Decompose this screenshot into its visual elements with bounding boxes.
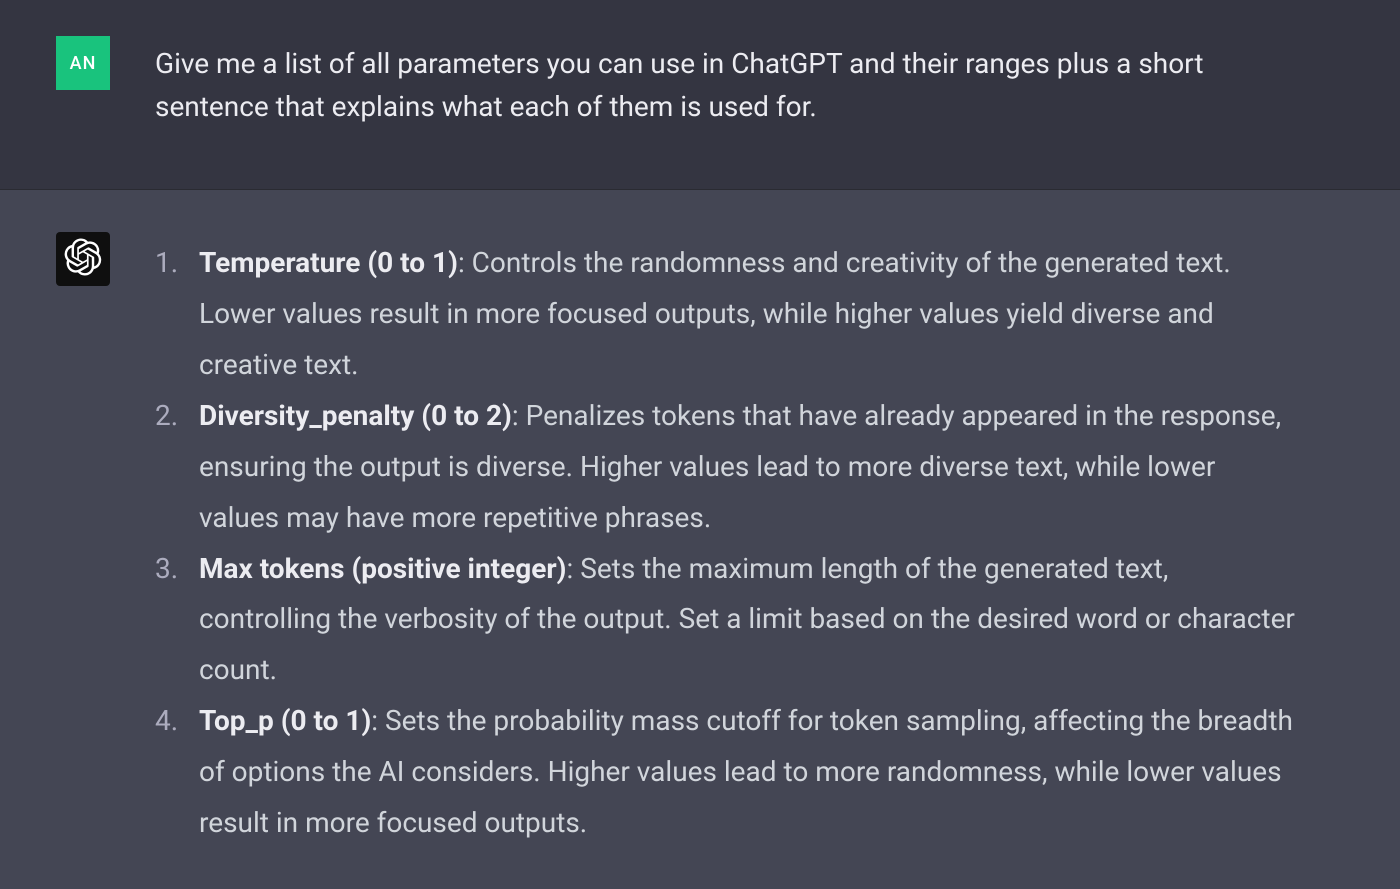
param-name: Diversity_penalty (0 to 2) (199, 399, 512, 432)
user-avatar-col: AN (0, 36, 155, 129)
user-message-row: AN Give me a list of all parameters you … (0, 0, 1400, 190)
user-avatar-initials: AN (70, 53, 97, 74)
parameter-list: Temperature (0 to 1): Controls the rando… (155, 232, 1295, 849)
list-item: Temperature (0 to 1): Controls the rando… (155, 238, 1295, 391)
list-item: Diversity_penalty (0 to 2): Penalizes to… (155, 391, 1295, 544)
assistant-avatar-col (0, 232, 155, 849)
user-content: Give me a list of all parameters you can… (155, 36, 1355, 129)
param-name: Temperature (0 to 1) (199, 246, 458, 279)
param-name: Max tokens (positive integer) (199, 552, 566, 585)
assistant-content: Temperature (0 to 1): Controls the rando… (155, 232, 1355, 849)
assistant-avatar (56, 232, 110, 286)
openai-icon (64, 238, 102, 280)
list-item: Max tokens (positive integer): Sets the … (155, 544, 1295, 697)
assistant-message-row: Temperature (0 to 1): Controls the rando… (0, 190, 1400, 889)
user-avatar: AN (56, 36, 110, 90)
list-item: Top_p (0 to 1): Sets the probability mas… (155, 696, 1295, 849)
param-name: Top_p (0 to 1) (199, 704, 371, 737)
user-message-text: Give me a list of all parameters you can… (155, 36, 1295, 129)
